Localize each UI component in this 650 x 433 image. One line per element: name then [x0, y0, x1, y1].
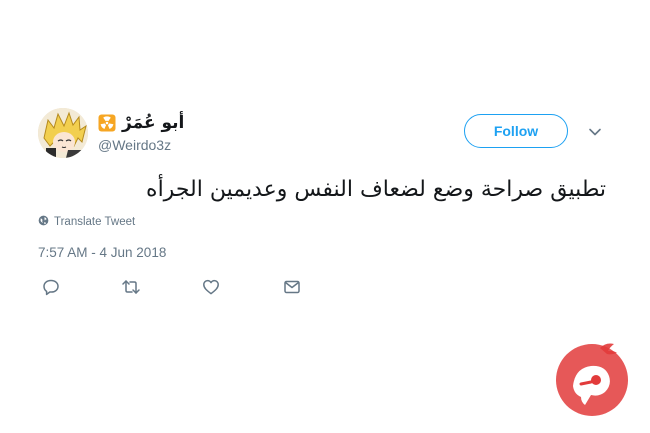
retweet-icon[interactable] [121, 278, 141, 298]
avatar-image [38, 108, 88, 158]
avatar[interactable] [38, 108, 88, 158]
chevron-down-icon[interactable] [588, 124, 602, 138]
watermark-logo [553, 338, 631, 418]
like-icon[interactable] [202, 278, 222, 298]
globe-icon [38, 215, 49, 229]
author-name-row: أبو عُمَرْ [98, 112, 184, 134]
tweet-timestamp[interactable]: 7:57 AM - 4 Jun 2018 [38, 245, 166, 260]
author-block: أبو عُمَرْ @Weirdo3z [98, 112, 184, 153]
page: أبو عُمَرْ @Weirdo3z Follow تطبيق صراحة … [0, 0, 650, 433]
radioactive-icon [98, 114, 116, 132]
translate-tweet-label: Translate Tweet [54, 216, 136, 228]
reply-icon[interactable] [42, 278, 62, 298]
tweet-text: تطبيق صراحة وضع لضعاف النفس وعديمين الجر… [146, 177, 606, 202]
author-handle[interactable]: @Weirdo3z [98, 137, 184, 153]
follow-button[interactable]: Follow [464, 114, 568, 148]
author-display-name[interactable]: أبو عُمَرْ [122, 113, 184, 133]
translate-tweet-link[interactable]: Translate Tweet [38, 215, 135, 229]
message-icon[interactable] [283, 278, 303, 298]
